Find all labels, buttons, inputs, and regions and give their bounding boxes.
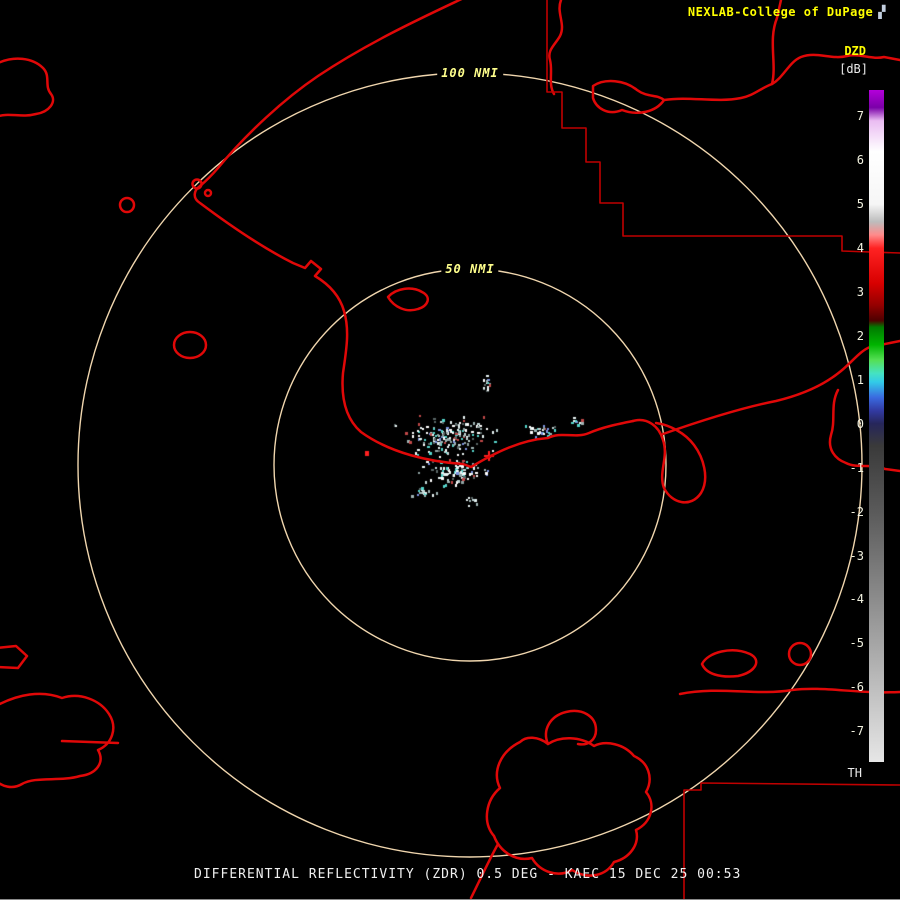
colorbar-tick-label: 2: [857, 329, 864, 343]
ring-label-inner: 50 NMI: [441, 262, 498, 276]
coastline: [0, 59, 53, 117]
coastline: [702, 650, 756, 676]
colorbar-tick-label: -5: [850, 636, 864, 650]
colorbar-tick-label: -6: [850, 680, 864, 694]
radar-display: 100 NMI 50 NMI NEXLAB-College of DuPage …: [0, 0, 900, 900]
colorbar-tick-label: 6: [857, 153, 864, 167]
statusbar: DIFFERENTIAL REFLECTIVITY (ZDR) 0.5 DEG …: [0, 852, 900, 897]
colorbar-ticks: 7 6 5 4 3 2 1 0 -1 -2 -3 -4 -5 -6 -7: [834, 0, 864, 800]
coastline: [549, 0, 562, 94]
coastline: [195, 186, 633, 467]
colorbar-threshold-label: TH: [848, 766, 862, 780]
colorbar-tick-label: -4: [850, 592, 864, 606]
colorbar-gradient: [869, 90, 884, 762]
coastline: [388, 289, 428, 311]
coastlines-group: [0, 0, 900, 898]
coastline: [789, 643, 811, 665]
coastline: [120, 198, 134, 212]
coastline: [200, 0, 470, 186]
colorbar-tick-label: -2: [850, 505, 864, 519]
colorbar-tick-label: 7: [857, 109, 864, 123]
coastline: [205, 190, 211, 196]
range-ring-inner: [274, 269, 666, 661]
map-overlay: [0, 0, 900, 900]
statusbar-text: DIFFERENTIAL REFLECTIVITY (ZDR) 0.5 DEG …: [194, 867, 741, 882]
colorbar-tick-label: -7: [850, 724, 864, 738]
coastline: [0, 694, 113, 787]
colorbar-tick-label: -3: [850, 549, 864, 563]
colorbar-tick-label: 1: [857, 373, 864, 387]
colorbar-tick-label: 4: [857, 241, 864, 255]
coastline: [0, 646, 27, 668]
ring-label-outer: 100 NMI: [437, 66, 503, 80]
colorbar-tick-label: 3: [857, 285, 864, 299]
coastline: [174, 332, 206, 358]
colorbar-tick-label: 5: [857, 197, 864, 211]
colorbar-tick-label: -1: [850, 461, 864, 475]
colorbar-tick-label: 0: [857, 417, 864, 431]
